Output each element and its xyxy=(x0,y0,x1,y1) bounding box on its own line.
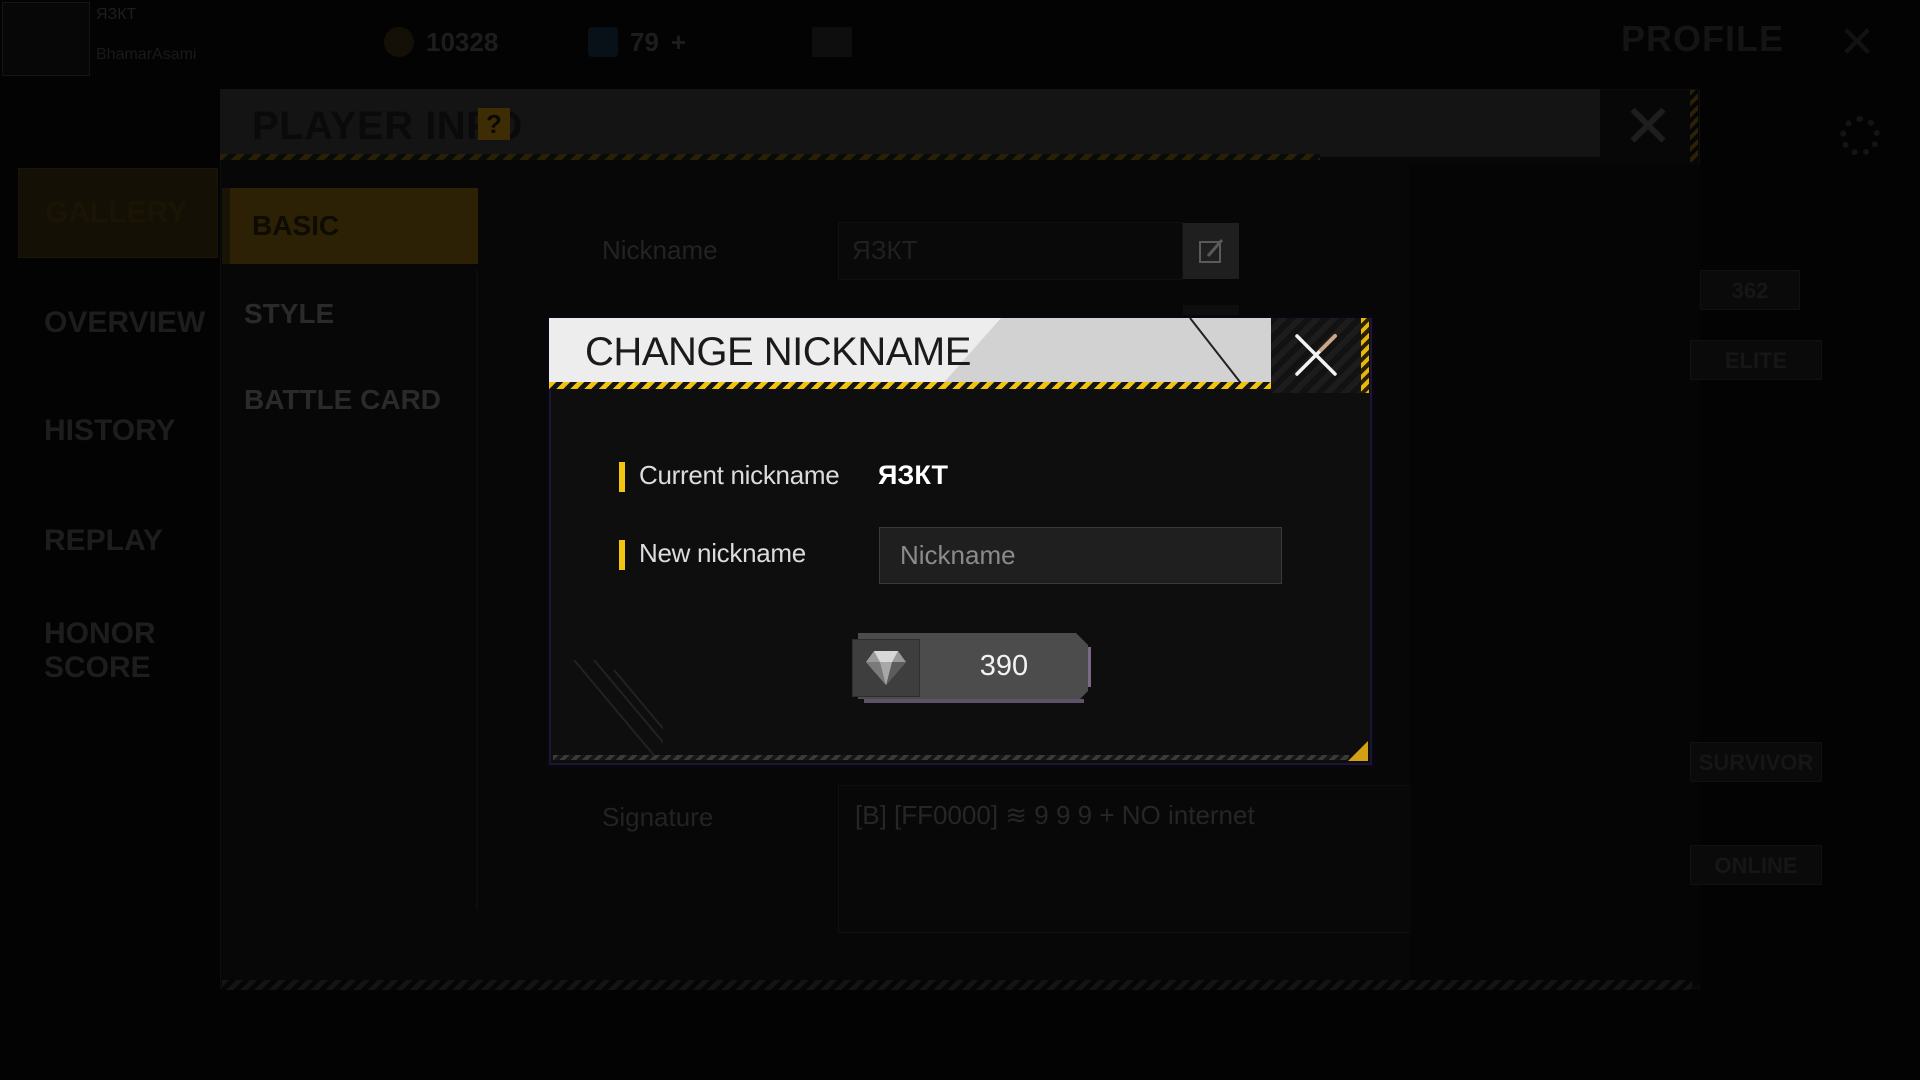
nickname-label: Nickname xyxy=(602,235,718,265)
modal-hazard-stripe xyxy=(549,382,1271,389)
gold-coin-icon xyxy=(384,27,414,57)
nickname-value: ЯЗКТ xyxy=(852,235,918,265)
new-nickname-label: New nickname xyxy=(639,538,806,568)
modal-bottom-stripe xyxy=(553,755,1349,760)
close-icon xyxy=(1295,334,1337,376)
tab-divider xyxy=(476,270,478,910)
sidebar-item-gallery[interactable]: GALLERY xyxy=(18,168,218,258)
tab-battle-card[interactable]: BATTLE CARD xyxy=(222,362,478,438)
header-shape xyxy=(939,318,1271,388)
sidebar-item-replay[interactable]: REPLAY xyxy=(18,496,218,586)
diamond-icon xyxy=(588,27,618,57)
sidebar-item-history[interactable]: HISTORY xyxy=(18,386,218,476)
player-name: ЯЗКТ xyxy=(96,6,137,23)
button-edge xyxy=(1088,647,1091,687)
help-button[interactable]: ? xyxy=(478,108,510,140)
signature-text: [B] [FF0000] ≋ 9 9 9 + NO internet xyxy=(855,800,1255,830)
diamond-amount: 79 xyxy=(630,26,659,57)
gold-counter[interactable]: 10328 xyxy=(384,22,498,62)
player-info-close-button[interactable]: ✕ xyxy=(1608,92,1688,162)
player-subtitle: BhamarAsami xyxy=(96,46,197,63)
panel-bottom-stripe xyxy=(222,980,1692,990)
tab-basic[interactable]: BASIC xyxy=(222,188,478,264)
button-underline xyxy=(864,699,1084,703)
modal-side-stripe xyxy=(1361,318,1369,393)
current-nickname-value: ЯЗКТ xyxy=(878,460,948,490)
likes-count: 362 xyxy=(1700,270,1800,310)
gold-amount: 10328 xyxy=(426,26,499,57)
add-diamonds-button[interactable]: + xyxy=(671,27,686,58)
diamond-counter[interactable]: 79 + xyxy=(588,22,686,62)
player-card-panel xyxy=(1410,165,1700,985)
player-avatar[interactable] xyxy=(2,2,90,76)
signature-label: Signature xyxy=(602,802,714,832)
profile-close-button[interactable]: ✕ xyxy=(1834,20,1880,66)
confirm-change-button[interactable]: 390 xyxy=(852,633,1093,705)
modal-close-button[interactable] xyxy=(1271,318,1361,393)
modal-title: CHANGE NICKNAME xyxy=(585,330,971,374)
profile-tag: SURVIVOR xyxy=(1690,742,1822,782)
price-amount: 390 xyxy=(979,650,1029,682)
profile-tag: ONLINE xyxy=(1690,845,1822,885)
diamond-icon xyxy=(866,651,906,685)
new-nickname-input[interactable] xyxy=(879,527,1282,584)
event-shortcut[interactable] xyxy=(812,22,852,62)
modal-decoration xyxy=(553,660,663,755)
currency-badge xyxy=(852,639,920,697)
close-hazard-stripe xyxy=(1690,90,1698,162)
header-hazard-stripe xyxy=(220,154,1320,160)
tab-style[interactable]: STYLE xyxy=(222,276,478,352)
screen-title: PROFILE xyxy=(1620,18,1784,59)
profile-tag: ELITE xyxy=(1690,340,1822,380)
edit-icon xyxy=(1199,239,1224,263)
settings-gear-icon[interactable] xyxy=(1840,116,1880,156)
edit-nickname-button[interactable] xyxy=(1183,223,1239,279)
accent-bar xyxy=(619,462,625,492)
gift-box-icon xyxy=(812,27,852,57)
sidebar-item-honor-score[interactable]: HONOR SCORE xyxy=(18,606,218,696)
sidebar-item-overview[interactable]: OVERVIEW xyxy=(18,278,218,368)
accent-bar xyxy=(619,540,625,570)
current-nickname-label: Current nickname xyxy=(639,460,840,490)
